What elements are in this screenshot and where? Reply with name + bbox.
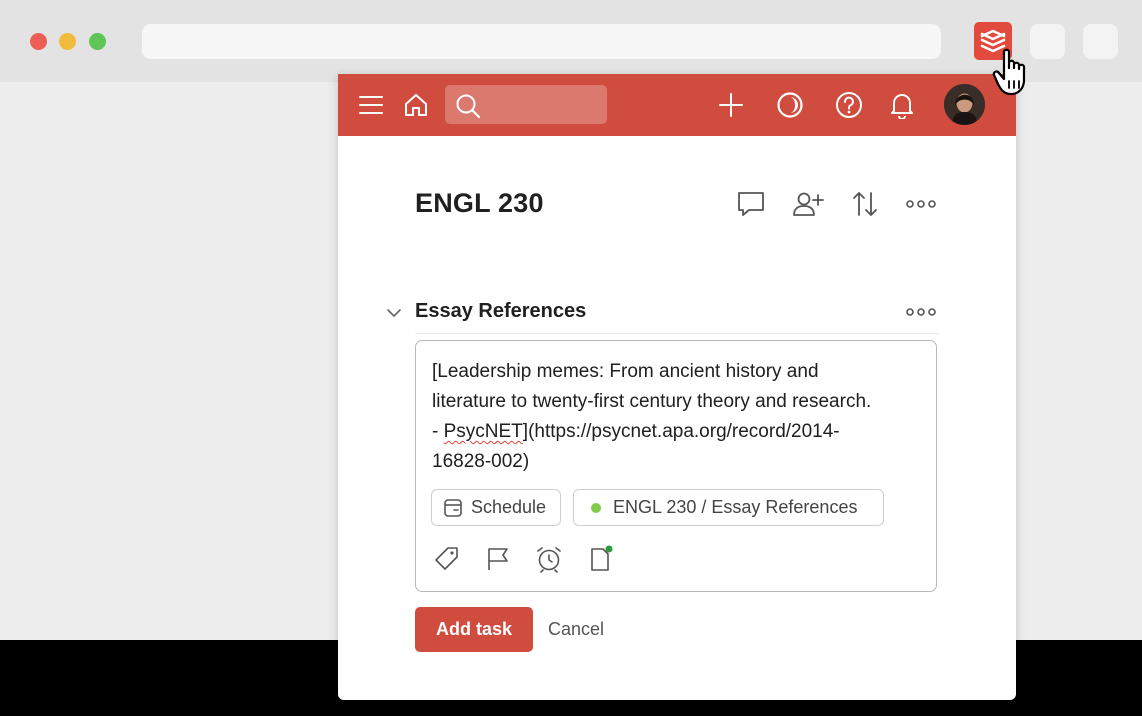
maximize-window-button[interactable]: [89, 33, 106, 50]
app-header: [338, 74, 1016, 136]
help-icon[interactable]: [833, 89, 865, 121]
label-icon[interactable]: [431, 543, 463, 575]
add-task-button[interactable]: Add task: [415, 607, 533, 652]
menu-icon[interactable]: [355, 89, 387, 121]
note-icon[interactable]: [584, 543, 616, 575]
task-content-input[interactable]: [Leadership memes: From ancient history …: [432, 357, 928, 477]
calendar-icon: [444, 498, 462, 517]
address-bar[interactable]: [142, 24, 941, 59]
extension-slot[interactable]: [1083, 24, 1118, 59]
collapse-section-chevron-down-icon[interactable]: [384, 303, 404, 323]
search-input[interactable]: [487, 91, 601, 119]
notifications-icon[interactable]: [886, 89, 918, 121]
search-field[interactable]: [445, 85, 607, 124]
misspelled-word: PsycNET: [443, 421, 523, 442]
sort-icon[interactable]: [848, 187, 882, 221]
schedule-button[interactable]: Schedule: [431, 489, 561, 526]
project-selector-button[interactable]: ENGL 230 / Essay References: [573, 489, 884, 526]
productivity-icon[interactable]: [774, 89, 806, 121]
project-label: ENGL 230 / Essay References: [613, 497, 858, 517]
avatar[interactable]: [944, 84, 985, 125]
more-icon[interactable]: [904, 187, 938, 221]
reminder-icon[interactable]: [533, 543, 565, 575]
hand-pointer-cursor-icon: [992, 48, 1026, 96]
section-title: Essay References: [415, 300, 587, 322]
search-icon: [456, 94, 481, 119]
priority-flag-icon[interactable]: [482, 543, 514, 575]
minimize-window-button[interactable]: [59, 33, 76, 50]
todoist-popup: ENGL 230 Essay References [Leadership me…: [338, 74, 1016, 700]
share-icon[interactable]: [791, 187, 825, 221]
comment-icon[interactable]: [734, 187, 768, 221]
section-more-icon[interactable]: [904, 300, 938, 324]
add-icon[interactable]: [715, 89, 747, 121]
browser-toolbar: [0, 0, 1142, 82]
section-divider: [415, 333, 939, 334]
task-editor: [Leadership memes: From ancient history …: [415, 340, 937, 592]
project-color-dot: [591, 502, 601, 513]
schedule-label: Schedule: [471, 497, 547, 517]
page-title: ENGL 230: [415, 188, 544, 218]
close-window-button[interactable]: [30, 33, 47, 50]
cancel-button[interactable]: Cancel: [541, 607, 611, 652]
home-icon[interactable]: [400, 89, 432, 121]
